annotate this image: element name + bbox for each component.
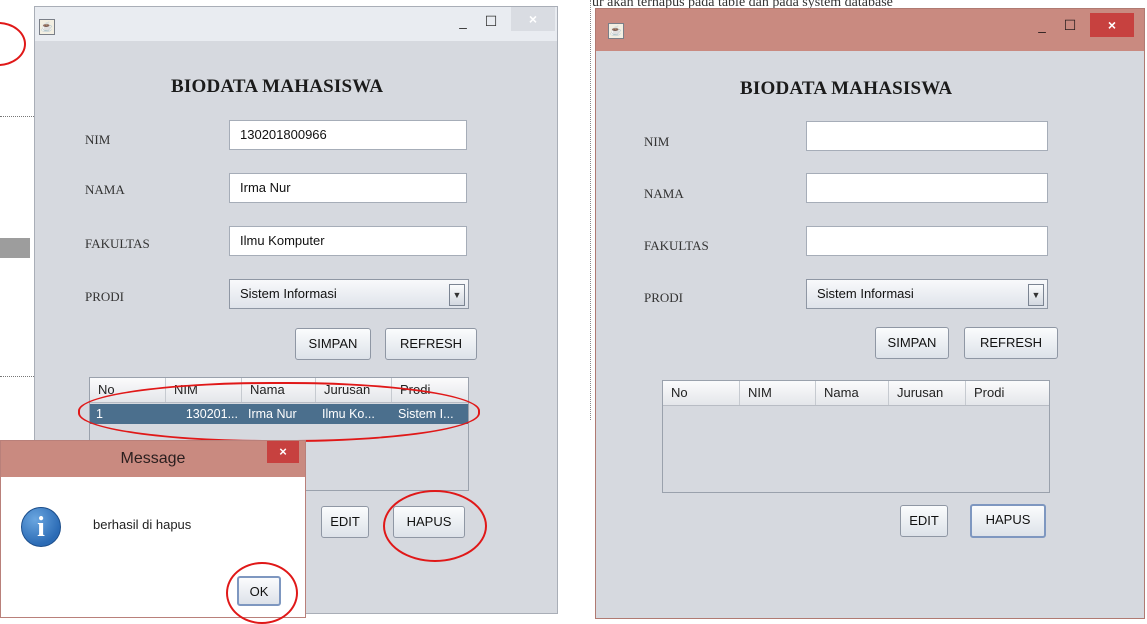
fakultas-field[interactable] <box>806 226 1048 256</box>
java-icon: ☕ <box>39 19 55 35</box>
nama-label: NAMA <box>85 182 125 197</box>
page-title: BIODATA MAHASISWA <box>740 78 953 99</box>
column-header-prodi[interactable]: Prodi <box>966 381 1049 405</box>
right-app-window: ☕ – ☐ × BIODATA MAHASISWA NIM NAMA FAKUL… <box>595 8 1145 619</box>
close-button[interactable]: × <box>511 7 555 31</box>
nim-label: NIM <box>644 134 670 149</box>
table-header: No NIM Nama Jurusan Prodi <box>663 381 1049 406</box>
background-divider <box>590 0 591 420</box>
fakultas-label: FAKULTAS <box>85 236 150 251</box>
column-header-jurusan[interactable]: Jurusan <box>889 381 966 405</box>
chevron-down-icon[interactable]: ▼ <box>449 284 465 306</box>
nim-label: NIM <box>85 132 111 147</box>
nim-field[interactable]: 130201800966 <box>229 120 467 150</box>
edit-button[interactable]: EDIT <box>900 505 948 537</box>
nama-field[interactable] <box>806 173 1048 203</box>
simpan-button[interactable]: SIMPAN <box>295 328 371 360</box>
left-window-titlebar[interactable]: ☕ – ☐ × <box>35 7 557 41</box>
dialog-message: berhasil di hapus <box>93 517 192 532</box>
column-header-no[interactable]: No <box>663 381 740 405</box>
hapus-button[interactable]: HAPUS <box>970 504 1046 538</box>
prodi-selected-value: Sistem Informasi <box>817 286 914 301</box>
nama-label: NAMA <box>644 186 684 201</box>
info-icon: i <box>21 507 61 547</box>
minimize-button[interactable]: – <box>1030 19 1054 43</box>
maximize-button[interactable]: ☐ <box>1058 13 1082 37</box>
nama-field[interactable]: Irma Nur <box>229 173 467 203</box>
data-table[interactable]: No NIM Nama Jurusan Prodi <box>662 380 1050 493</box>
prodi-select[interactable]: Sistem Informasi ▼ <box>806 279 1048 309</box>
prodi-label: PRODI <box>85 289 125 304</box>
page-title: BIODATA MAHASISWA <box>171 76 384 97</box>
right-window-titlebar[interactable]: ☕ – ☐ × <box>596 9 1144 51</box>
annotation-circle-ok <box>226 562 298 624</box>
refresh-button[interactable]: REFRESH <box>385 328 477 360</box>
nim-field[interactable] <box>806 121 1048 151</box>
annotation-circle-hapus <box>383 490 487 562</box>
minimize-button[interactable]: – <box>451 15 475 39</box>
column-header-nim[interactable]: NIM <box>740 381 816 405</box>
maximize-button[interactable]: ☐ <box>479 9 503 33</box>
prodi-selected-value: Sistem Informasi <box>240 286 337 301</box>
prodi-label: PRODI <box>644 290 684 305</box>
dialog-title: Message <box>120 450 186 467</box>
simpan-button[interactable]: SIMPAN <box>875 327 949 359</box>
prodi-select[interactable]: Sistem Informasi ▼ <box>229 279 469 309</box>
column-header-nama[interactable]: Nama <box>816 381 889 405</box>
annotation-circle-table-row <box>78 382 480 442</box>
dialog-titlebar[interactable]: Message × <box>1 441 305 477</box>
fakultas-label: FAKULTAS <box>644 238 709 253</box>
dialog-close-button[interactable]: × <box>267 441 299 463</box>
java-icon: ☕ <box>608 23 624 39</box>
close-button[interactable]: × <box>1090 13 1134 37</box>
refresh-button[interactable]: REFRESH <box>964 327 1058 359</box>
edit-button[interactable]: EDIT <box>321 506 369 538</box>
chevron-down-icon[interactable]: ▼ <box>1028 284 1044 306</box>
fakultas-field[interactable]: Ilmu Komputer <box>229 226 467 256</box>
